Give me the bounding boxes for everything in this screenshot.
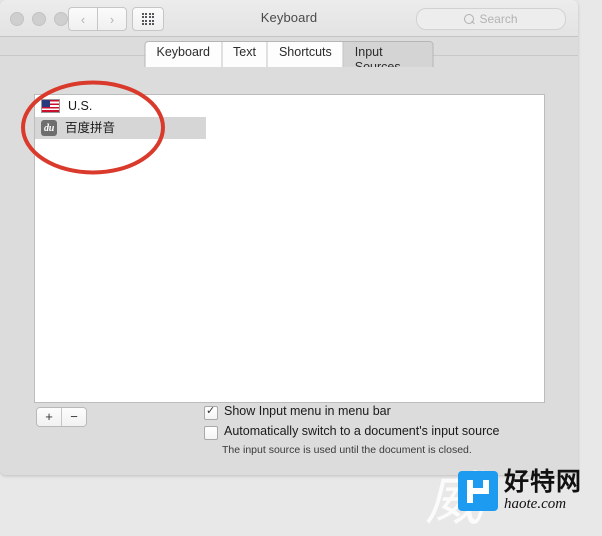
- tabbar-area: Keyboard Text Shortcuts Input Sources: [0, 37, 578, 80]
- option-show-input-menu[interactable]: Show Input menu in menu bar: [204, 404, 499, 420]
- us-flag-icon: [41, 99, 60, 113]
- preferences-window: ‹ › Keyboard Search Keyboard Text Shortc…: [0, 0, 578, 475]
- auto-switch-label: Automatically switch to a document's inp…: [224, 424, 500, 438]
- du-icon: du: [41, 120, 57, 136]
- list-item[interactable]: U.S.: [35, 95, 207, 117]
- remove-input-source-button[interactable]: −: [62, 408, 86, 426]
- watermark: 好特网 haote.com: [458, 470, 582, 512]
- auto-switch-checkbox[interactable]: [204, 426, 218, 440]
- add-remove-segmented-control: + −: [36, 407, 87, 427]
- watermark-chinese: 好特网: [504, 468, 583, 496]
- watermark-domain: haote.com: [504, 496, 567, 512]
- input-source-detail-panel: [206, 94, 545, 403]
- input-source-list[interactable]: U.S. du 百度拼音: [34, 94, 208, 403]
- option-auto-switch[interactable]: Automatically switch to a document's inp…: [204, 424, 499, 440]
- minus-icon: −: [70, 409, 78, 424]
- search-icon: [464, 14, 475, 24]
- options-group: Show Input menu in menu bar Automaticall…: [204, 404, 499, 456]
- list-item[interactable]: du 百度拼音: [35, 117, 207, 139]
- add-input-source-button[interactable]: +: [37, 408, 62, 426]
- search-input[interactable]: Search: [416, 8, 566, 30]
- titlebar: ‹ › Keyboard Search: [0, 0, 578, 37]
- search-placeholder: Search: [479, 12, 518, 26]
- haote-logo-icon: [458, 471, 498, 511]
- plus-icon: +: [45, 409, 53, 424]
- list-item-label: U.S.: [68, 99, 93, 113]
- show-input-menu-checkbox[interactable]: [204, 404, 218, 420]
- list-item-label: 百度拼音: [65, 121, 116, 135]
- watermark-text: 好特网 haote.com: [504, 470, 582, 512]
- content-area: U.S. du 百度拼音 + − Show Input menu in menu…: [0, 67, 578, 475]
- show-input-menu-label: Show Input menu in menu bar: [224, 404, 391, 418]
